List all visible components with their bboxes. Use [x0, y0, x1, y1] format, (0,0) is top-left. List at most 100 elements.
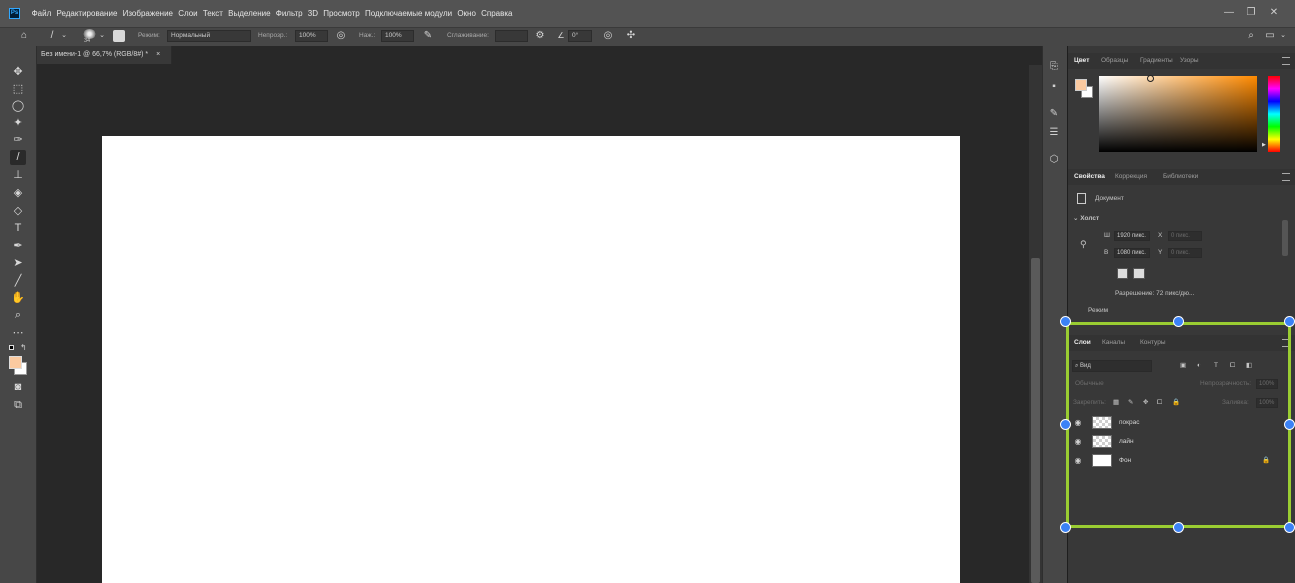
hue-slider[interactable] — [1268, 76, 1280, 152]
pen-tool-icon[interactable]: ✒ — [10, 239, 26, 254]
screen-mode-icon[interactable]: ⧉ — [10, 398, 26, 413]
menu-edit[interactable]: Редактирование — [54, 7, 120, 21]
width-input[interactable]: 1920 пикс. — [1114, 231, 1150, 241]
opacity-input[interactable]: 100% — [295, 30, 328, 42]
menu-view[interactable]: Просмотр — [321, 7, 363, 21]
gear-icon[interactable]: ⚙ — [533, 29, 547, 43]
tab-properties[interactable]: Свойства — [1074, 169, 1105, 185]
scrollbar-thumb[interactable] — [1031, 258, 1040, 583]
y-label: Y — [1158, 249, 1163, 256]
line-tool-icon[interactable]: ╱ — [10, 274, 26, 289]
resize-handle[interactable] — [1060, 522, 1071, 533]
minimize-button[interactable]: — — [1221, 5, 1237, 21]
resize-handle[interactable] — [1173, 316, 1184, 327]
flow-label: Наж.: — [359, 32, 376, 39]
menu-help[interactable]: Справка — [479, 7, 516, 21]
mode-select[interactable]: Нормальный — [167, 30, 251, 42]
default-colors-icon[interactable] — [9, 345, 14, 350]
adjustments-icon[interactable]: ☰ — [1047, 126, 1061, 140]
tab-gradients[interactable]: Градиенты — [1140, 53, 1173, 69]
panel-menu-icon[interactable] — [1282, 57, 1290, 65]
chevron-down-icon[interactable]: ⌄ — [98, 29, 106, 43]
swap-colors-icon[interactable]: ↰ — [20, 343, 27, 352]
symmetry-icon[interactable]: ✣ — [624, 29, 638, 43]
resize-handle[interactable] — [1173, 522, 1184, 533]
pressure-opacity-icon[interactable]: ◎ — [334, 29, 348, 43]
canvas[interactable] — [102, 136, 960, 583]
chevron-down-icon[interactable]: ⌄ — [1279, 29, 1287, 43]
opacity-label: Непрозр.: — [258, 32, 288, 39]
tab-swatches[interactable]: Образцы — [1101, 53, 1128, 69]
brush-panel-icon[interactable]: ✎ — [1047, 107, 1061, 121]
menu-select[interactable]: Выделение — [226, 7, 274, 21]
menu-layers[interactable]: Слои — [176, 7, 201, 21]
lasso-tool-icon[interactable]: ◯ — [10, 99, 26, 114]
workspace-icon[interactable]: ▭ — [1263, 29, 1277, 43]
brush-settings-icon[interactable] — [113, 30, 125, 42]
y-input[interactable]: 0 пикс. — [1168, 248, 1202, 258]
maximize-button[interactable]: ❐ — [1243, 5, 1259, 21]
marquee-tool-icon[interactable]: ⬚ — [10, 82, 26, 97]
hue-pointer-icon[interactable]: ▶ — [1262, 142, 1266, 148]
resolution-label: Разрешение: 72 пикс/дю... — [1115, 290, 1195, 297]
panel-menu-icon[interactable] — [1282, 173, 1290, 181]
hand-tool-icon[interactable]: ✋ — [10, 291, 26, 306]
home-icon[interactable]: ⌂ — [17, 29, 31, 43]
menu-plugins[interactable]: Подключаемые модули — [362, 7, 454, 21]
height-input[interactable]: 1080 пикс. — [1114, 248, 1150, 258]
landscape-orientation-icon[interactable] — [1133, 268, 1145, 279]
menu-3d[interactable]: 3D — [305, 7, 320, 21]
menu-type[interactable]: Текст — [200, 7, 225, 21]
photoshop-logo[interactable]: Ps — [9, 8, 20, 19]
foreground-color-swatch[interactable] — [1075, 79, 1087, 91]
resize-handle[interactable] — [1060, 316, 1071, 327]
close-tab-icon[interactable]: × — [156, 51, 160, 58]
menu-file[interactable]: Файл — [29, 7, 54, 21]
x-input[interactable]: 0 пикс. — [1168, 231, 1202, 241]
menu-image[interactable]: Изображение — [120, 7, 176, 21]
brush-tool-icon[interactable]: / — [10, 150, 26, 165]
paint-bucket-tool-icon[interactable]: ◇ — [10, 204, 26, 219]
flow-input[interactable]: 100% — [381, 30, 414, 42]
foreground-color-swatch[interactable] — [9, 356, 22, 369]
stamp-tool-icon[interactable]: ⊥ — [10, 168, 26, 183]
comments-icon[interactable]: ▪ — [1047, 80, 1061, 94]
magic-wand-tool-icon[interactable]: ✦ — [10, 116, 26, 131]
tab-color[interactable]: Цвет — [1074, 53, 1089, 69]
history-icon[interactable]: ⎘ — [1047, 60, 1061, 74]
quick-mask-icon[interactable]: ◙ — [10, 380, 26, 395]
eyedropper-tool-icon[interactable]: ✑ — [10, 133, 26, 148]
eraser-tool-icon[interactable]: ◈ — [10, 186, 26, 201]
resize-handle[interactable] — [1284, 522, 1295, 533]
smoothing-input[interactable] — [495, 30, 528, 42]
tab-adjustments[interactable]: Коррекция — [1115, 169, 1147, 185]
path-select-tool-icon[interactable]: ➤ — [10, 256, 26, 271]
properties-scrollbar[interactable] — [1282, 220, 1288, 256]
resize-handle[interactable] — [1284, 316, 1295, 327]
document-tab[interactable]: Без имени-1 @ 66,7% (RGB/8#) * × — [37, 46, 172, 64]
more-tools-icon[interactable]: ⋯ — [10, 326, 26, 341]
resize-handle[interactable] — [1284, 419, 1295, 430]
link-icon[interactable]: ⚲ — [1080, 239, 1087, 249]
3d-icon[interactable]: ⬡ — [1047, 153, 1061, 167]
type-tool-icon[interactable]: T — [10, 221, 26, 236]
angle-input[interactable]: 0° — [568, 30, 592, 42]
resize-handle[interactable] — [1060, 419, 1071, 430]
color-field[interactable] — [1099, 76, 1257, 152]
search-icon[interactable]: ⌕ — [1244, 29, 1258, 43]
tab-patterns[interactable]: Узоры — [1180, 53, 1199, 69]
move-tool-icon[interactable]: ✥ — [10, 65, 26, 80]
zoom-tool-icon[interactable]: ⌕ — [10, 308, 26, 323]
airbrush-icon[interactable]: ✎ — [421, 29, 435, 43]
canvas-section-header[interactable]: ⌄ Холст — [1073, 214, 1099, 224]
close-window-button[interactable]: ✕ — [1266, 5, 1282, 21]
tab-libraries[interactable]: Библиотеки — [1163, 169, 1198, 185]
portrait-orientation-icon[interactable] — [1117, 268, 1128, 279]
chevron-down-icon[interactable]: ⌄ — [60, 29, 68, 43]
menu-window[interactable]: Окно — [455, 7, 479, 21]
brush-preset-icon[interactable]: / — [45, 29, 59, 43]
menu-filter[interactable]: Фильтр — [273, 7, 305, 21]
color-picker-ring[interactable] — [1147, 75, 1154, 82]
selection-highlight — [1066, 322, 1291, 528]
pressure-size-icon[interactable]: ◎ — [601, 29, 615, 43]
